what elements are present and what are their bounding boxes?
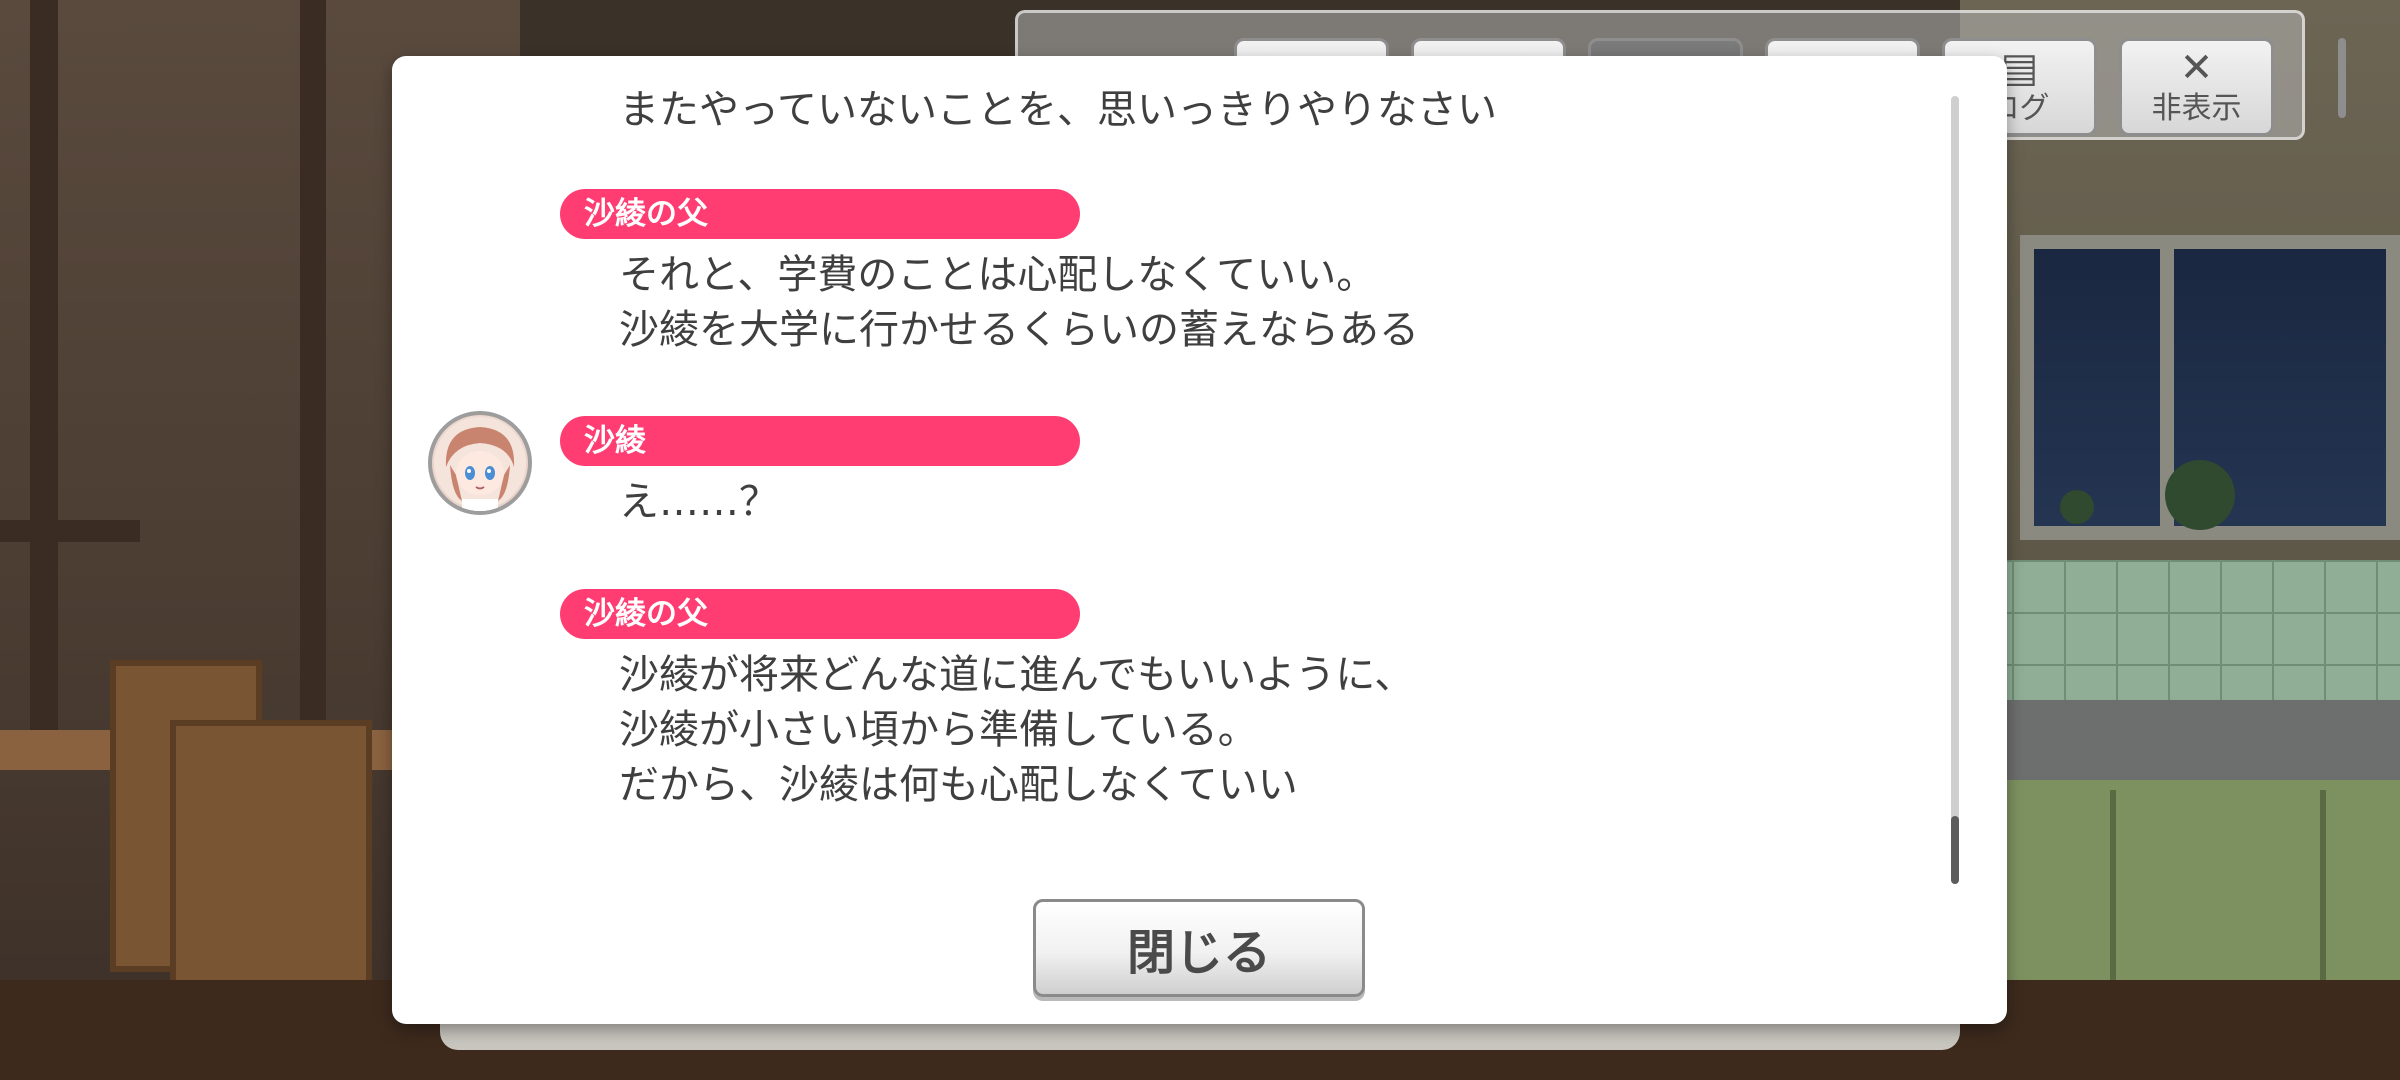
background-tiles [1960, 560, 2400, 710]
scrollbar-track[interactable] [1951, 96, 1959, 884]
toolbar-edge [2338, 38, 2346, 118]
background-counter [1960, 700, 2400, 780]
background-beam [30, 0, 58, 760]
log-list[interactable]: またやっていないことを、思いっきりやりなさい 沙綾の父 それと、学費のことは心配… [392, 56, 1972, 884]
log-line: 沙綾が小さい頃から準備している。 [619, 707, 1258, 753]
speaker-avatar [428, 411, 532, 515]
hide-button-label: 非表示 [2151, 91, 2242, 126]
log-line: 沙綾を大学に行かせるくらいの蓄えならある [619, 307, 1419, 353]
log-line: え……？ [619, 479, 779, 525]
avatar-face-icon [434, 417, 526, 511]
close-icon: ✕ [2179, 45, 2214, 91]
log-line: 沙綾が将来どんな道に進んでもいいように、 [619, 652, 1415, 698]
background-plant [2060, 490, 2094, 524]
speaker-name: 沙綾 [560, 416, 1080, 466]
background-plant [2165, 460, 2235, 530]
log-line-partial: またやっていないことを、思いっきりやりなさい [619, 87, 1497, 133]
log-line: だから、沙綾は何も心配しなくていい [619, 762, 1298, 808]
hide-button[interactable]: ✕ 非表示 [2119, 38, 2274, 136]
close-button[interactable]: 閉じる [1033, 899, 1365, 997]
scrollbar-thumb[interactable] [1951, 816, 1959, 884]
speaker-name: 沙綾の父 [560, 589, 1080, 639]
background-shelf [0, 520, 140, 542]
background-beam [300, 0, 326, 760]
speaker-name: 沙綾の父 [560, 189, 1080, 239]
log-line: それと、学費のことは心配しなくていい。 [619, 252, 1377, 298]
story-log-panel: またやっていないことを、思いっきりやりなさい 沙綾の父 それと、学費のことは心配… [392, 56, 2007, 1024]
